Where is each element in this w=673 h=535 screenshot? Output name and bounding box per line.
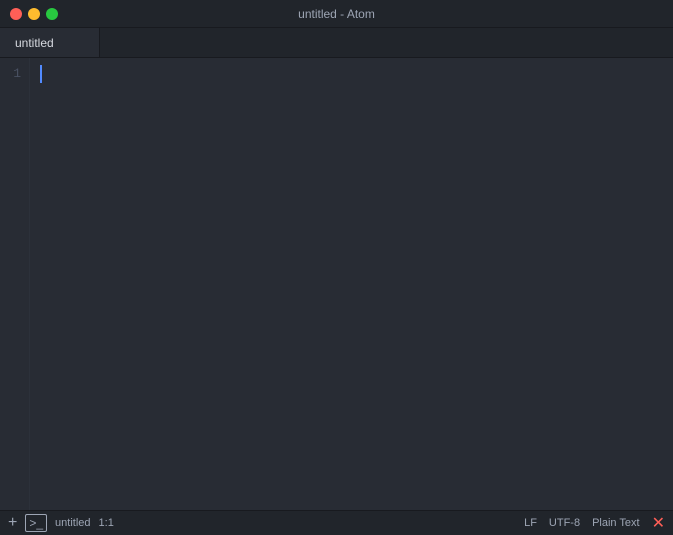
line-number: 1 — [6, 64, 21, 85]
error-icon[interactable]: ✕ — [652, 513, 665, 533]
status-right: LF UTF-8 Plain Text ✕ — [524, 513, 665, 533]
encoding[interactable]: UTF-8 — [549, 517, 580, 529]
text-cursor — [40, 65, 42, 83]
tab-bar: untitled — [0, 28, 673, 58]
status-left: + >_ untitled 1:1 — [8, 514, 114, 532]
add-button[interactable]: + — [8, 515, 17, 531]
grammar[interactable]: Plain Text — [592, 517, 640, 529]
terminal-button[interactable]: >_ — [25, 514, 47, 532]
tab-label: untitled — [15, 36, 54, 50]
close-button[interactable] — [10, 8, 22, 20]
minimize-button[interactable] — [28, 8, 40, 20]
window-title: untitled - Atom — [298, 7, 375, 21]
traffic-lights — [10, 8, 58, 20]
editor-area: 1 — [0, 58, 673, 510]
title-bar: untitled - Atom — [0, 0, 673, 28]
cursor-position[interactable]: 1:1 — [99, 517, 114, 529]
maximize-button[interactable] — [46, 8, 58, 20]
status-bar: + >_ untitled 1:1 LF UTF-8 Plain Text ✕ — [0, 510, 673, 535]
cursor-line — [40, 64, 673, 85]
file-name-status: untitled — [55, 517, 90, 529]
line-ending[interactable]: LF — [524, 517, 537, 529]
tab-untitled[interactable]: untitled — [0, 28, 100, 57]
line-numbers: 1 — [0, 58, 30, 510]
editor-content[interactable] — [30, 58, 673, 510]
